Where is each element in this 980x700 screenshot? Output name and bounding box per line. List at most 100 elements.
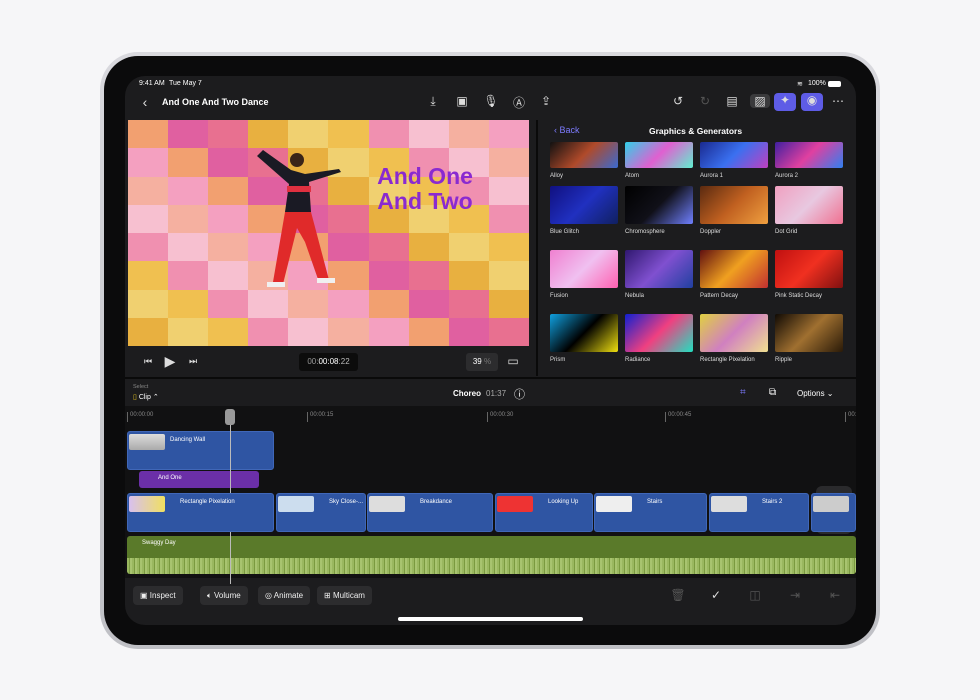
primary-clip[interactable]: Sky Close-... bbox=[276, 493, 366, 532]
browser-title: Graphics & Generators bbox=[649, 126, 743, 136]
primary-clip[interactable]: Breakdance bbox=[367, 493, 493, 532]
connected-clip[interactable]: Dancing Wall bbox=[127, 431, 274, 470]
primary-clip[interactable]: Rectangle Pixelation bbox=[127, 493, 274, 532]
viewer-pixel-tile bbox=[488, 289, 529, 318]
clip-thumbnail bbox=[813, 496, 849, 512]
generator-thumbnail bbox=[700, 250, 768, 288]
viewer-pixel-tile bbox=[448, 261, 489, 290]
generator-item[interactable]: Dot Grid bbox=[775, 186, 850, 250]
viewer-pixel-tile bbox=[288, 317, 329, 346]
microphone-icon[interactable]: 🎙︎ bbox=[481, 94, 501, 108]
primary-clip[interactable]: Stairs bbox=[594, 493, 707, 532]
import-icon[interactable]: ⤓ bbox=[423, 94, 443, 109]
generator-item[interactable]: Chromosphere bbox=[625, 186, 700, 250]
viewer-pixel-tile bbox=[208, 120, 249, 149]
graphics-icon[interactable]: ✦ bbox=[774, 93, 796, 111]
project-duration: 01:37 bbox=[486, 389, 507, 398]
generator-item[interactable]: Fusion bbox=[550, 250, 625, 314]
timecode-frames: :22 bbox=[338, 357, 350, 366]
generator-item[interactable]: Doppler bbox=[700, 186, 775, 250]
clip-label: And One bbox=[158, 475, 182, 481]
photos-icon[interactable]: ▨ bbox=[750, 94, 770, 108]
generator-item[interactable]: Pattern Decay bbox=[700, 250, 775, 314]
clip-appearance-icon[interactable]: ⧉ bbox=[769, 387, 776, 398]
generator-item[interactable]: Blue Glitch bbox=[550, 186, 625, 250]
dancer-figure bbox=[255, 142, 345, 302]
select-label: Select bbox=[133, 384, 149, 390]
inspect-button[interactable]: ▣ Inspect bbox=[133, 586, 183, 605]
options-label: Options bbox=[797, 389, 825, 398]
title-clip[interactable]: And One bbox=[139, 471, 259, 488]
viewer-pixel-tile bbox=[448, 233, 489, 262]
generator-item[interactable]: Pink Static Decay bbox=[775, 250, 850, 314]
back-chevron-icon[interactable]: ‹ bbox=[135, 94, 155, 110]
back-label: Back bbox=[559, 125, 580, 135]
generator-item[interactable]: Prism bbox=[550, 314, 625, 378]
volume-button[interactable]: 🔈︎ Volume bbox=[200, 586, 248, 605]
browser-back-button[interactable]: ‹ Back bbox=[554, 125, 580, 135]
generator-label: Rectangle Pixelation bbox=[700, 357, 755, 363]
clip-label: Sky Close-... bbox=[329, 499, 364, 505]
skip-forward-icon[interactable]: ⏭ bbox=[183, 356, 203, 367]
select-mode-value: Clip bbox=[138, 394, 151, 401]
generator-thumbnail bbox=[625, 186, 693, 224]
share-icon[interactable]: ⇪ bbox=[536, 94, 556, 108]
zoom-field[interactable]: 39 % bbox=[466, 353, 498, 371]
timecode-display[interactable]: 00:00:08:22 bbox=[299, 353, 358, 371]
generator-item[interactable]: Aurora 2 bbox=[775, 142, 850, 186]
generator-grid: Alloy Atom Aurora 1 Aurora 2 Blue Glitch Chro… bbox=[550, 142, 850, 378]
audio-waveform bbox=[127, 558, 856, 574]
primary-clip[interactable]: Stairs 2 bbox=[709, 493, 809, 532]
play-icon[interactable]: ▶ bbox=[160, 353, 180, 370]
clip-label: Stairs bbox=[647, 499, 663, 505]
trim-start-icon[interactable]: ⇥ bbox=[785, 588, 805, 602]
viewer-pixel-tile bbox=[168, 176, 209, 205]
clip-label: Rectangle Pixelation bbox=[180, 499, 235, 505]
timecode-main: 00:08 bbox=[318, 357, 339, 366]
generator-label: Alloy bbox=[550, 173, 564, 179]
primary-clip[interactable]: Looking Up bbox=[495, 493, 593, 532]
generator-item[interactable]: Ripple bbox=[775, 314, 850, 378]
options-button[interactable]: Options ⌄ bbox=[797, 389, 834, 398]
checkmark-icon[interactable]: ✓ bbox=[706, 588, 726, 602]
fullscreen-icon[interactable]: ▭ bbox=[503, 354, 523, 368]
viewer-pixel-tile bbox=[208, 148, 249, 177]
viewer-pixel-tile bbox=[368, 120, 409, 149]
info-icon[interactable]: ⓘ bbox=[514, 386, 525, 402]
redo-icon[interactable]: ↻ bbox=[695, 94, 715, 108]
primary-clip[interactable] bbox=[811, 493, 856, 532]
viewer-pixel-tile bbox=[208, 176, 249, 205]
skip-back-icon[interactable]: ⏮ bbox=[138, 356, 158, 367]
pencil-icon[interactable]: Ⓐ bbox=[509, 94, 529, 111]
split-icon[interactable]: ◫ bbox=[745, 588, 765, 602]
generator-item[interactable]: Radiance bbox=[625, 314, 700, 378]
snapping-icon[interactable]: ⌗ bbox=[740, 387, 746, 398]
select-mode-dropdown[interactable]: ▯ Clip ⌃ bbox=[133, 393, 159, 401]
viewer-pixel-tile bbox=[368, 317, 409, 346]
viewer-pixel-tile bbox=[408, 317, 449, 346]
viewer-pixel-tile bbox=[368, 233, 409, 262]
trash-icon[interactable]: 🗑︎ bbox=[668, 588, 688, 602]
generator-item[interactable]: Atom bbox=[625, 142, 700, 186]
playhead-handle[interactable] bbox=[225, 409, 235, 425]
home-indicator bbox=[398, 617, 583, 621]
audio-clip[interactable]: Swaggy Day bbox=[127, 536, 856, 574]
generator-item[interactable]: Rectangle Pixelation bbox=[700, 314, 775, 378]
viewer-pixel-tile bbox=[408, 289, 449, 318]
generator-item[interactable]: Alloy bbox=[550, 142, 625, 186]
clip-thumbnail bbox=[711, 496, 747, 512]
undo-icon[interactable]: ↺ bbox=[668, 94, 688, 108]
more-icon[interactable]: ⋯ bbox=[828, 94, 848, 108]
camera-icon[interactable]: ▣ bbox=[452, 94, 472, 108]
generator-label: Fusion bbox=[550, 293, 569, 299]
animate-button[interactable]: ◎ Animate bbox=[258, 586, 311, 605]
multicam-button[interactable]: ⊞ Multicam bbox=[317, 586, 372, 605]
voiceover-icon[interactable]: ◉ bbox=[801, 93, 823, 111]
trim-end-icon[interactable]: ⇤ bbox=[825, 588, 845, 602]
generator-item[interactable]: Nebula bbox=[625, 250, 700, 314]
viewer-pixel-tile bbox=[488, 120, 529, 149]
clip-thumbnail bbox=[278, 496, 314, 512]
status-date: Tue May 7 bbox=[169, 80, 202, 87]
viewer-layout-icon[interactable]: ▤ bbox=[722, 94, 742, 108]
generator-item[interactable]: Aurora 1 bbox=[700, 142, 775, 186]
